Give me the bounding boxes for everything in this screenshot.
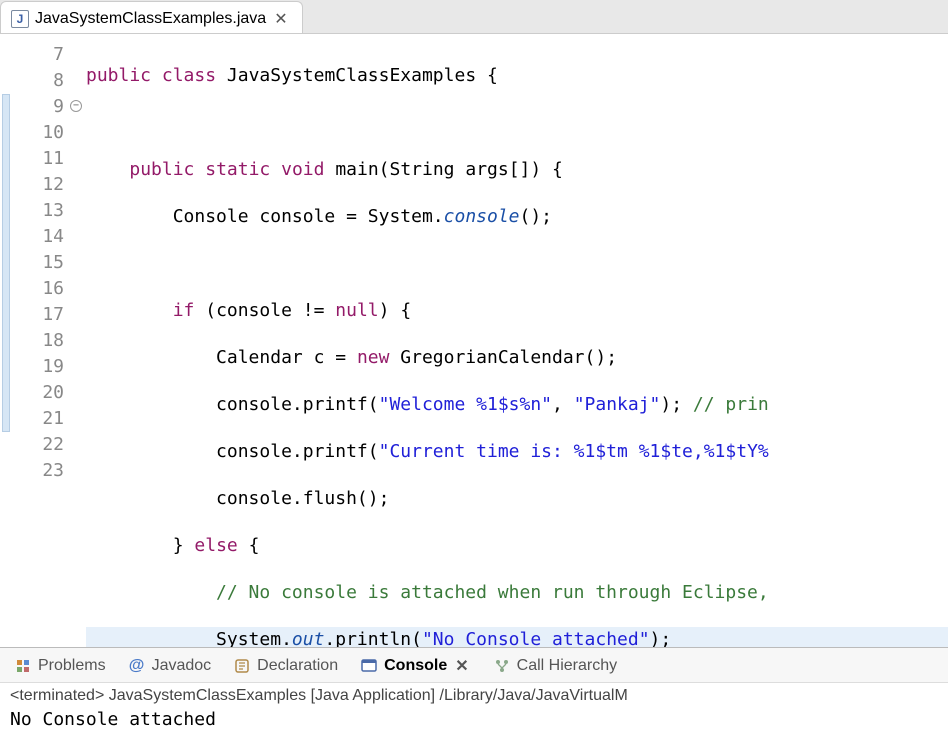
keyword: else [194,535,237,556]
line-number: 13 [14,198,68,224]
console-icon [360,657,378,675]
line-number: 23 [14,458,68,484]
code-text: GregorianCalendar(); [389,347,617,368]
line-number: 20 [14,380,68,406]
line-number: 15 [14,250,68,276]
keyword: new [357,347,390,368]
line-number-gutter: 7 8 9− 10 11 12 13 14 15 16 17 18 19 20 … [14,34,74,647]
code-text: Calendar c = [216,347,357,368]
code-editor[interactable]: 7 8 9− 10 11 12 13 14 15 16 17 18 19 20 … [0,34,948,647]
string-literal: "Current time is: %1$tm %1$te,%1$tY% [379,441,769,462]
line-number: 11 [14,146,68,172]
line-number: 16 [14,276,68,302]
line-number: 22 [14,432,68,458]
code-text: ) { [379,300,412,321]
code-text: } [173,535,195,556]
tab-label: Declaration [257,657,338,675]
keyword: public [86,65,151,86]
comment: // prin [693,394,769,415]
editor-tab-filename: JavaSystemClassExamples.java [35,10,266,28]
code-text: console.printf( [216,394,379,415]
code-text: JavaSystemClassExamples { [227,65,498,86]
line-number: 18 [14,328,68,354]
console-output[interactable]: No Console attached [0,707,948,738]
change-marker [2,94,10,432]
italic-ident: out [292,629,325,647]
line-number: 19 [14,354,68,380]
italic-ident: console [444,206,520,227]
keyword: void [281,159,324,180]
tab-label: Console [384,657,447,675]
code-text: console.printf( [216,441,379,462]
tab-label: Problems [38,657,106,675]
code-text: console.flush(); [216,488,389,509]
code-text: ); [660,394,693,415]
tab-problems[interactable]: Problems [10,655,110,677]
line-number: 12 [14,172,68,198]
code-text: System. [216,629,292,647]
line-number: 7 [14,42,68,68]
code-content[interactable]: public class JavaSystemClassExamples { p… [74,34,948,647]
bottom-panel: Problems @ Javadoc Declaration Console ✕… [0,647,948,738]
line-number: 10 [14,120,68,146]
tab-call-hierarchy[interactable]: Call Hierarchy [489,655,621,677]
string-literal: "No Console attached" [422,629,650,647]
marker-bar [0,34,14,647]
view-tab-bar: Problems @ Javadoc Declaration Console ✕… [0,648,948,683]
tab-label: Javadoc [152,657,212,675]
code-text: (); [520,206,553,227]
call-hierarchy-icon [493,657,511,675]
code-text: { [238,535,260,556]
keyword: if [173,300,195,321]
code-text: ); [650,629,672,647]
keyword: null [335,300,378,321]
declaration-icon [233,657,251,675]
problems-icon [14,657,32,675]
tab-javadoc[interactable]: @ Javadoc [124,655,216,677]
tab-declaration[interactable]: Declaration [229,655,342,677]
javadoc-icon: @ [128,657,146,675]
close-tab-button[interactable]: ✕ [272,9,289,29]
line-number: 8 [14,68,68,94]
string-literal: "Welcome %1$s%n" [379,394,552,415]
code-text: Console console = System. [173,206,444,227]
line-number: 9− [14,94,68,120]
tab-console[interactable]: Console ✕ [356,654,475,678]
close-view-button[interactable]: ✕ [453,656,470,676]
tab-label: Call Hierarchy [517,657,617,675]
code-text: .println( [324,629,422,647]
code-line [86,251,948,277]
line-number: 17 [14,302,68,328]
code-text: , [552,394,574,415]
code-text: (console != [194,300,335,321]
string-literal: "Pankaj" [574,394,661,415]
code-line [86,110,948,136]
keyword: static [205,159,270,180]
editor-tab-active[interactable]: J JavaSystemClassExamples.java ✕ [0,1,303,33]
keyword: class [162,65,216,86]
code-text: main(String args[]) { [335,159,563,180]
console-launch-info: <terminated> JavaSystemClassExamples [Ja… [0,683,948,707]
line-number: 14 [14,224,68,250]
editor-tab-bar: J JavaSystemClassExamples.java ✕ [0,0,948,34]
line-number: 21 [14,406,68,432]
keyword: public [129,159,194,180]
comment: // No console is attached when run throu… [216,582,769,603]
java-file-icon: J [11,10,29,28]
